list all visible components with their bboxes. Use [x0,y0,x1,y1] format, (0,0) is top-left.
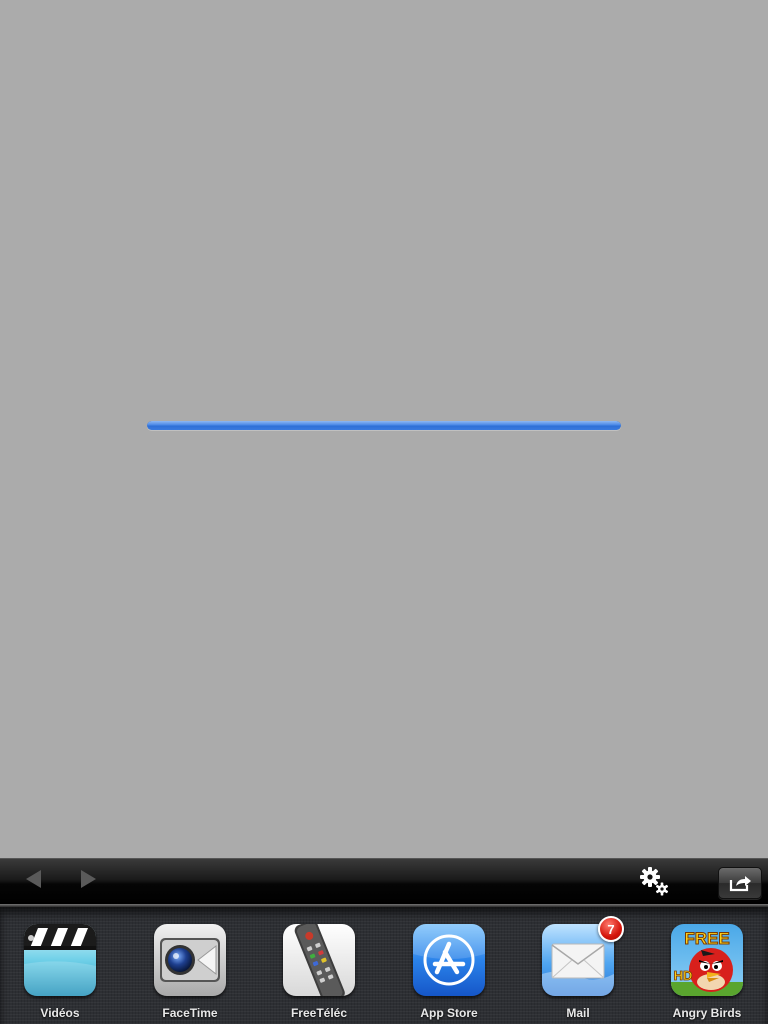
app-facetime[interactable]: FaceTime [135,924,245,1024]
icon-text-hd: HD [674,968,693,983]
facetime-camera-icon [154,924,226,996]
icon-text-free: FREE [684,929,729,948]
forward-arrow-icon[interactable] [81,870,96,888]
app-label: Angry Birds [672,1006,742,1020]
app-angry-birds[interactable]: FREE HD Angry Birds [652,924,762,1024]
app-store-icon [413,924,485,996]
notification-badge: 7 [598,916,624,942]
clapperboard-icon [24,924,96,996]
app-label: Vidéos [40,1006,80,1020]
progress-bar-fill [147,421,621,430]
app-label: Mail [566,1006,590,1020]
mail-icon-wrap: 7 [542,916,624,996]
app-freetelec[interactable]: FreeTéléc [264,924,374,1024]
app-mail[interactable]: 7 Mail [523,916,633,1024]
app-label: FreeTéléc [290,1006,348,1020]
remote-control-icon [283,924,355,996]
app-videos[interactable]: Vidéos [5,924,115,1024]
progress-bar [147,421,621,430]
screen: Vidéos FaceTime FreeTéléc App Store 7 Ma… [0,0,768,1024]
share-button[interactable] [718,867,762,899]
app-app-store[interactable]: App Store [394,924,504,1024]
app-dock: Vidéos FaceTime FreeTéléc App Store 7 Ma… [0,907,768,1024]
settings-gear-icon[interactable] [638,865,670,897]
angry-bird-icon: FREE HD [671,924,743,996]
back-arrow-icon[interactable] [26,870,41,888]
app-label: App Store [420,1006,478,1020]
main-content-area [0,0,768,858]
app-label: FaceTime [162,1006,218,1020]
share-icon [729,876,751,892]
